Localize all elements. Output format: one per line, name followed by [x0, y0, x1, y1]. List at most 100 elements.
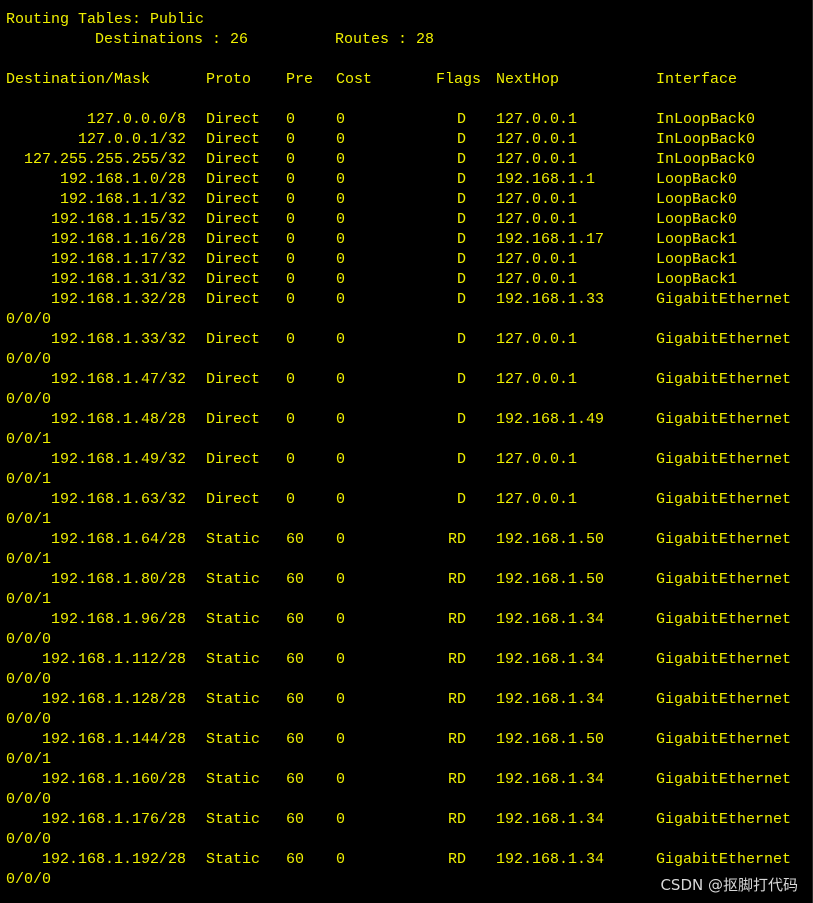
route-proto: Direct	[206, 151, 261, 168]
top-rule: ----------------------------------------…	[6, 0, 806, 8]
route-proto: Static	[206, 851, 261, 868]
route-interface: GigabitEthernet	[656, 731, 792, 748]
route-destination: 192.168.1.16/28	[50, 231, 186, 248]
table-row: 192.168.1.47/32 Direct 0 0 D 127.0.0.1 Gigabit…	[6, 370, 806, 390]
route-preference: 60	[286, 851, 305, 868]
route-interface: GigabitEthernet	[656, 531, 792, 548]
route-cost: 0	[336, 271, 346, 288]
route-nexthop: 192.168.1.50	[496, 531, 605, 548]
route-destination: 192.168.1.32/28	[50, 291, 186, 308]
route-destination: 192.168.1.15/32	[50, 211, 186, 228]
table-row: 192.168.1.49/32 Direct 0 0 D 127.0.0.1 Gigabit…	[6, 450, 806, 470]
interface-continuation: 0/0/0	[6, 831, 52, 848]
route-cost: 0	[336, 251, 346, 268]
route-proto: Static	[206, 731, 261, 748]
route-nexthop: 192.168.1.50	[496, 571, 605, 588]
route-flags: RD	[447, 851, 466, 868]
route-flags: RD	[447, 771, 466, 788]
table-row: 192.168.1.192/28 Static 60 0 RD 192.168.1.34 G…	[6, 850, 806, 870]
table-row: 192.168.1.128/28 Static 60 0 RD 192.168.1.34 G…	[6, 690, 806, 710]
table-row: 192.168.1.64/28 Static 60 0 RD 192.168.1.50 Gi…	[6, 530, 806, 550]
route-interface: GigabitEthernet	[656, 371, 792, 388]
table-row: 192.168.1.63/32 Direct 0 0 D 127.0.0.1 Gigabit…	[6, 490, 806, 510]
header-pre: Pre	[286, 71, 314, 88]
route-preference: 0	[286, 211, 296, 228]
route-nexthop: 192.168.1.34	[496, 851, 605, 868]
route-nexthop: 192.168.1.49	[496, 411, 605, 428]
route-cost: 0	[336, 371, 346, 388]
route-flags: D	[456, 111, 466, 128]
table-row: 127.0.0.1/32 Direct 0 0 D 127.0.0.1 InLoopBack…	[6, 130, 806, 150]
route-destination: 192.168.1.0/28	[59, 171, 186, 188]
route-interface: GigabitEthernet	[656, 771, 792, 788]
route-proto: Direct	[206, 231, 261, 248]
table-row: 192.168.1.112/28 Static 60 0 RD 192.168.1.34 G…	[6, 650, 806, 670]
interface-continuation: 0/0/1	[6, 511, 52, 528]
route-preference: 60	[286, 731, 305, 748]
route-flags: D	[456, 171, 466, 188]
route-proto: Static	[206, 571, 261, 588]
route-cost: 0	[336, 191, 346, 208]
route-interface: LoopBack1	[656, 231, 738, 248]
route-proto: Direct	[206, 251, 261, 268]
route-destination: 192.168.1.64/28	[50, 531, 186, 548]
route-preference: 60	[286, 771, 305, 788]
route-nexthop: 192.168.1.34	[496, 771, 605, 788]
route-cost: 0	[336, 131, 346, 148]
route-interface: GigabitEthernet	[656, 691, 792, 708]
route-cost: 0	[336, 491, 346, 508]
route-preference: 0	[286, 451, 296, 468]
route-interface: LoopBack0	[656, 191, 738, 208]
route-preference: 0	[286, 151, 296, 168]
route-preference: 0	[286, 171, 296, 188]
header-proto: Proto	[206, 71, 252, 88]
route-interface: GigabitEthernet	[656, 611, 792, 628]
interface-continuation: 0/0/0	[6, 631, 52, 648]
route-cost: 0	[336, 811, 346, 828]
route-proto: Direct	[206, 171, 261, 188]
interface-continuation: 0/0/1	[6, 431, 52, 448]
route-nexthop: 192.168.1.34	[496, 691, 605, 708]
table-row: 192.168.1.31/32 Direct 0 0 D 127.0.0.1 LoopBac…	[6, 270, 806, 290]
route-cost: 0	[336, 531, 346, 548]
header-flags: Flags	[436, 71, 482, 88]
route-flags: D	[456, 131, 466, 148]
table-row: 192.168.1.17/32 Direct 0 0 D 127.0.0.1 LoopBac…	[6, 250, 806, 270]
table-row: 192.168.1.80/28 Static 60 0 RD 192.168.1.50 Gi…	[6, 570, 806, 590]
route-cost: 0	[336, 231, 346, 248]
route-cost: 0	[336, 331, 346, 348]
interface-continuation: 0/0/0	[6, 671, 52, 688]
route-proto: Static	[206, 691, 261, 708]
interface-continuation: 0/0/0	[6, 791, 52, 808]
table-row: 192.168.1.32/28 Direct 0 0 D 192.168.1.33 Giga…	[6, 290, 806, 310]
route-preference: 60	[286, 611, 305, 628]
route-nexthop: 192.168.1.1	[496, 171, 596, 188]
route-flags: D	[456, 411, 466, 428]
route-nexthop: 127.0.0.1	[496, 191, 578, 208]
route-destination: 192.168.1.128/28	[41, 691, 186, 708]
route-cost: 0	[336, 851, 346, 868]
route-preference: 0	[286, 411, 296, 428]
route-proto: Direct	[206, 211, 261, 228]
route-flags: RD	[447, 811, 466, 828]
route-proto: Direct	[206, 291, 261, 308]
table-row: 127.255.255.255/32 Direct 0 0 D 127.0.0.1 InLo…	[6, 150, 806, 170]
route-proto: Direct	[206, 111, 261, 128]
route-preference: 60	[286, 571, 305, 588]
route-nexthop: 192.168.1.34	[496, 811, 605, 828]
route-nexthop: 192.168.1.34	[496, 611, 605, 628]
route-cost: 0	[336, 571, 346, 588]
route-proto: Static	[206, 811, 261, 828]
route-destination: 192.168.1.31/32	[50, 271, 186, 288]
route-proto: Direct	[206, 191, 261, 208]
route-cost: 0	[336, 691, 346, 708]
route-flags: RD	[447, 691, 466, 708]
route-interface: GigabitEthernet	[656, 451, 792, 468]
summary-line: Destinations : 26 Routes : 28	[6, 30, 806, 50]
route-nexthop: 192.168.1.17	[496, 231, 605, 248]
route-cost: 0	[336, 451, 346, 468]
terminal-window[interactable]: ----------------------------------------…	[0, 0, 813, 903]
interface-continuation: 0/0/0	[6, 391, 52, 408]
route-interface: GigabitEthernet	[656, 331, 792, 348]
header-cost: Cost	[336, 71, 373, 88]
